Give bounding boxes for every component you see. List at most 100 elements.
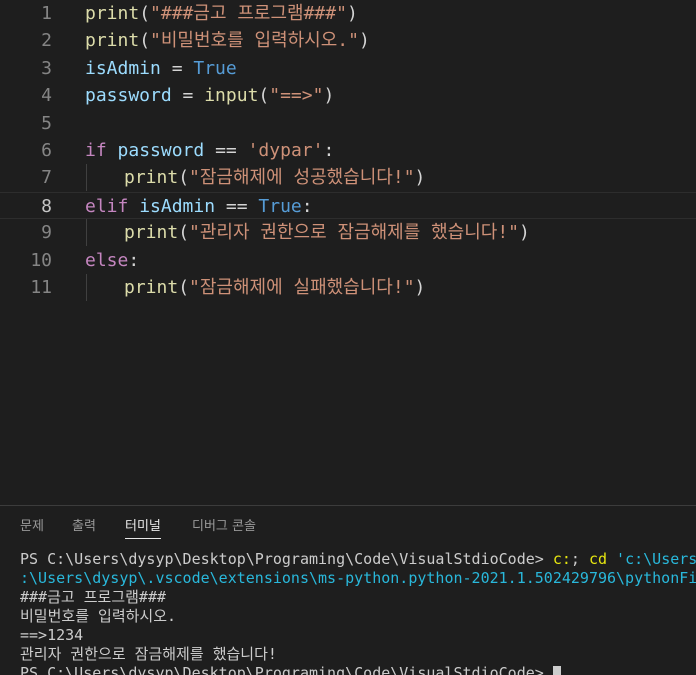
line-number: 1 — [41, 3, 52, 24]
terminal-line: :\Users\dysyp\.vscode\extensions\ms-pyth… — [20, 569, 696, 588]
code-token: isAdmin — [139, 195, 216, 217]
code-token: True — [193, 57, 237, 79]
code-line[interactable]: 5 — [0, 110, 696, 137]
terminal-text: c: — [552, 550, 571, 568]
code-token: elif — [85, 195, 129, 217]
panel-tab[interactable]: 디버그 콘솔 — [192, 516, 256, 538]
code-line[interactable]: 11 print("잠금해제에 실패했습니다!") — [0, 274, 696, 301]
code-token: print — [124, 222, 179, 244]
line-number: 11 — [30, 277, 52, 298]
code-token: print — [124, 167, 179, 189]
code-token: ( — [178, 167, 190, 189]
line-number: 10 — [30, 249, 52, 271]
code-line[interactable]: 3 isAdmin = True — [0, 55, 696, 82]
terminal-line: 비밀번호를 입력하시오. — [20, 607, 696, 626]
terminal-text: ###금고 프로그램### — [20, 588, 167, 606]
code-line[interactable]: 9 print("관리자 권한으로 잠금해제를 했습니다!") — [0, 219, 696, 247]
line-number: 6 — [41, 140, 52, 161]
code-text: print("잠금해제에 성공했습니다!") — [124, 164, 425, 191]
panel-tab[interactable]: 문제 — [20, 516, 44, 538]
terminal-text: PS C:\Users\dysyp\Desktop\Programing\Cod… — [20, 664, 553, 675]
code-text: print("비밀번호를 입력하시오.") — [85, 27, 370, 54]
indent-guide — [86, 274, 87, 301]
code-token: == — [204, 140, 248, 161]
code-token: : — [301, 195, 313, 217]
code-token: else — [85, 249, 129, 271]
terminal-text: cd — [588, 550, 617, 568]
code-text: if password == 'dypar': — [85, 137, 334, 164]
code-token: ( — [139, 3, 151, 24]
code-token: "==>" — [269, 85, 324, 107]
code-text: print("관리자 권한으로 잠금해제를 했습니다!") — [124, 219, 530, 246]
terminal-text: 비밀번호를 입력하시오. — [20, 607, 177, 625]
line-number: 3 — [41, 57, 52, 79]
code-line[interactable]: 7 print("잠금해제에 성공했습니다!") — [0, 164, 696, 192]
code-token: password — [117, 140, 205, 161]
terminal-text: 'c:\Users\dysyp\Desktop\Programing\Code\… — [616, 550, 696, 568]
code-token: ) — [323, 85, 335, 107]
code-text: password = input("==>") — [85, 82, 334, 109]
terminal-output[interactable]: PS C:\Users\dysyp\Desktop\Programing\Cod… — [20, 550, 696, 675]
terminal-text: :\Users\dysyp\.vscode\extensions\ms-pyth… — [20, 569, 696, 587]
panel-tab[interactable]: 터미널 — [125, 516, 161, 539]
code-token: : — [128, 249, 140, 271]
terminal-text: PS C:\Users\dysyp\Desktop\Programing\Cod… — [20, 550, 553, 568]
bottom-panel: 문제 출력 터미널 디버그 콘솔 PS C:\Users\dysyp\Desktop\… — [0, 505, 696, 675]
line-number: 7 — [41, 167, 52, 189]
code-text: elif isAdmin == True: — [85, 193, 313, 220]
code-text: isAdmin = True — [85, 55, 237, 82]
line-number: 5 — [41, 112, 52, 134]
code-token: ( — [258, 85, 270, 107]
code-token: True — [258, 195, 302, 217]
indent-guide — [86, 219, 87, 247]
code-token: print — [85, 3, 140, 24]
code-token: : — [323, 140, 335, 161]
code-line[interactable]: 1 print("###금고 프로그램###") — [0, 0, 696, 27]
code-line[interactable]: 8 elif isAdmin == True: — [0, 191, 696, 220]
code-token: ) — [414, 167, 426, 189]
code-token: 'dypar' — [247, 140, 324, 161]
code-token: = — [160, 57, 194, 79]
code-token: isAdmin — [85, 57, 161, 79]
panel-tab[interactable]: 출력 — [72, 516, 96, 538]
code-line[interactable]: 10 else: — [0, 247, 696, 274]
code-line[interactable]: 4 password = input("==>") — [0, 82, 696, 109]
code-token: print — [85, 30, 140, 52]
line-number: 8 — [41, 195, 52, 217]
terminal-line: 관리자 권한으로 잠금해제를 했습니다! — [20, 645, 696, 664]
line-number: 9 — [41, 222, 52, 244]
panel-tab-bar: 문제 출력 터미널 디버그 콘솔 — [0, 506, 696, 546]
code-token: "관리자 권한으로 잠금해제를 했습니다!" — [189, 222, 520, 244]
code-token: "잠금해제에 성공했습니다!" — [189, 167, 415, 189]
code-text: print("잠금해제에 실패했습니다!") — [124, 274, 425, 301]
code-line[interactable]: 2 print("비밀번호를 입력하시오.") — [0, 27, 696, 54]
code-token: ( — [139, 30, 151, 52]
code-text: else: — [85, 247, 139, 274]
code-token: "비밀번호를 입력하시오." — [150, 30, 359, 52]
code-token: "###금고 프로그램###" — [150, 3, 347, 24]
terminal-line: ###금고 프로그램### — [20, 588, 696, 607]
code-token: print — [124, 277, 179, 298]
code-line[interactable]: 6 if password == 'dypar': — [0, 137, 696, 164]
code-token: ) — [414, 277, 426, 298]
code-token: "잠금해제에 실패했습니다!" — [189, 277, 415, 298]
code-token: ) — [358, 30, 370, 52]
terminal-line: PS C:\Users\dysyp\Desktop\Programing\Cod… — [20, 664, 696, 675]
code-editor[interactable]: 1 print("###금고 프로그램###") 2 print("비밀번호를 입력하… — [0, 0, 696, 505]
code-token: ( — [178, 222, 190, 244]
indent-guide — [86, 164, 87, 192]
terminal-line: ==>1234 — [20, 626, 696, 645]
code-text: print("###금고 프로그램###") — [85, 0, 358, 27]
code-token: ) — [519, 222, 530, 244]
terminal-cursor — [552, 666, 561, 675]
terminal-line: PS C:\Users\dysyp\Desktop\Programing\Cod… — [20, 550, 696, 569]
code-token: ) — [346, 3, 358, 24]
code-token: input — [204, 85, 259, 107]
terminal-text: ==>1234 — [20, 626, 84, 644]
terminal-text: 관리자 권한으로 잠금해제를 했습니다! — [20, 645, 277, 663]
code-token: password — [85, 85, 172, 107]
terminal-text: ; — [570, 550, 589, 568]
line-number: 4 — [41, 85, 52, 107]
